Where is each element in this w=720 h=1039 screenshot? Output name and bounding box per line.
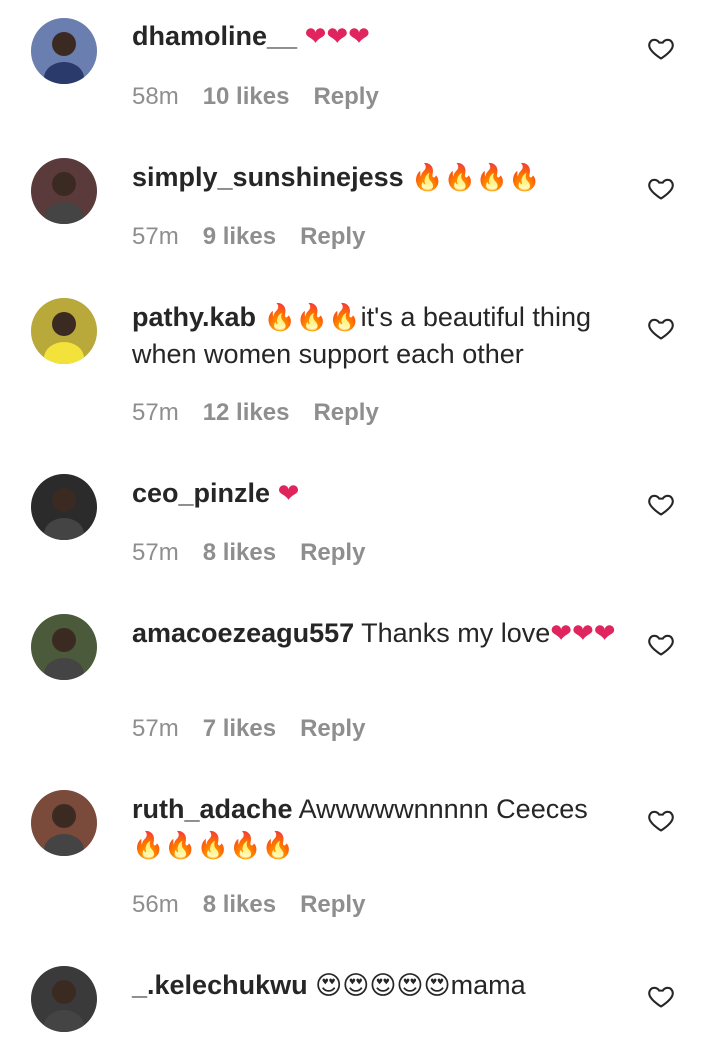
comment-text: dhamoline__ ❤❤❤ (132, 18, 617, 55)
likes-count-button[interactable]: 10 likes (203, 82, 290, 112)
face-emoji: 😍😍😍😍😍 (315, 971, 451, 1001)
comment-text: simply_sunshinejess 🔥🔥🔥🔥 (132, 159, 617, 196)
comment-meta: 57m 7 likes Reply (132, 714, 365, 744)
fire-emoji: 🔥🔥🔥🔥 (411, 163, 541, 193)
reply-button[interactable]: Reply (313, 398, 378, 428)
timestamp: 56m (132, 891, 179, 918)
heart-outline-icon[interactable] (646, 490, 676, 518)
avatar[interactable] (31, 614, 97, 680)
comment-meta: 57m 9 likes Reply (132, 222, 365, 252)
timestamp: 58m (132, 83, 179, 110)
user-avatar-icon (31, 298, 97, 364)
avatar[interactable] (31, 298, 97, 364)
comment-text: _.kelechukwu 😍😍😍😍😍mama (132, 967, 617, 1004)
comment-body: Thanks my love (361, 618, 551, 648)
comment-meta: 56m 8 likes Reply (132, 890, 365, 920)
heart-outline-icon[interactable] (646, 806, 676, 834)
username-link[interactable]: simply_sunshinejess (132, 162, 404, 192)
timestamp: 57m (132, 715, 179, 742)
comment-text: ceo_pinzle ❤ (132, 475, 617, 512)
heart-outline-icon[interactable] (646, 982, 676, 1010)
timestamp: 57m (132, 399, 179, 426)
heart-emoji: ❤❤❤ (304, 22, 370, 52)
timestamp: 57m (132, 223, 179, 250)
heart-emoji: ❤❤❤ (550, 619, 616, 649)
user-avatar-icon (31, 18, 97, 84)
likes-count-button[interactable]: 8 likes (203, 538, 276, 568)
avatar[interactable] (31, 790, 97, 856)
user-avatar-icon (31, 158, 97, 224)
username-link[interactable]: pathy.kab (132, 302, 256, 332)
avatar[interactable] (31, 18, 97, 84)
fire-emoji: 🔥🔥🔥🔥🔥 (132, 831, 294, 861)
username-link[interactable]: amacoezeagu557 (132, 618, 354, 648)
comment-meta: 58m 10 likes Reply (132, 82, 379, 112)
username-link[interactable]: ruth_adache (132, 794, 293, 824)
username-link[interactable]: dhamoline__ (132, 21, 297, 51)
likes-count-button[interactable]: 8 likes (203, 890, 276, 920)
heart-outline-icon[interactable] (646, 630, 676, 658)
reply-button[interactable]: Reply (300, 890, 365, 920)
comment-body: Awwwwwnnnnn Ceeces (298, 794, 588, 824)
user-avatar-icon (31, 474, 97, 540)
reply-button[interactable]: Reply (313, 82, 378, 112)
heart-outline-icon[interactable] (646, 174, 676, 202)
avatar[interactable] (31, 474, 97, 540)
user-avatar-icon (31, 966, 97, 1032)
likes-count-button[interactable]: 7 likes (203, 714, 276, 744)
avatar[interactable] (31, 158, 97, 224)
comment-text: pathy.kab 🔥🔥🔥it's a beautiful thing when… (132, 299, 617, 372)
username-link[interactable]: ceo_pinzle (132, 478, 270, 508)
heart-emoji: ❤ (277, 479, 300, 509)
comment-body: mama (450, 970, 526, 1000)
likes-count-button[interactable]: 9 likes (203, 222, 276, 252)
comment-text: ruth_adache Awwwwwnnnnn Ceeces🔥🔥🔥🔥🔥 (132, 791, 617, 864)
reply-button[interactable]: Reply (300, 538, 365, 568)
heart-outline-icon[interactable] (646, 314, 676, 342)
user-avatar-icon (31, 790, 97, 856)
reply-button[interactable]: Reply (300, 714, 365, 744)
likes-count-button[interactable]: 12 likes (203, 398, 290, 428)
reply-button[interactable]: Reply (300, 222, 365, 252)
fire-emoji: 🔥🔥🔥 (263, 303, 361, 333)
comment-meta: 57m 8 likes Reply (132, 538, 365, 568)
user-avatar-icon (31, 614, 97, 680)
heart-outline-icon[interactable] (646, 34, 676, 62)
comment-meta: 57m 12 likes Reply (132, 398, 379, 428)
timestamp: 57m (132, 539, 179, 566)
username-link[interactable]: _.kelechukwu (132, 970, 308, 1000)
comment-text: amacoezeagu557 Thanks my love❤❤❤ (132, 615, 617, 652)
avatar[interactable] (31, 966, 97, 1032)
